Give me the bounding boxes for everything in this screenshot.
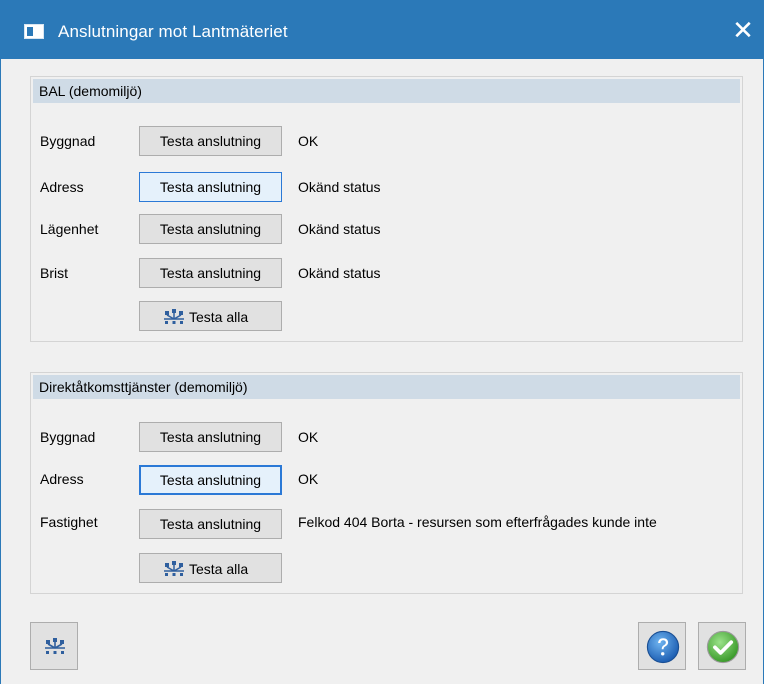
test-all-label: Testa alla xyxy=(189,561,249,577)
close-icon[interactable]: ✕ xyxy=(728,16,758,46)
group-direktatkomst: Direktåtkomsttjänster (demomiljö) Byggna… xyxy=(30,372,743,594)
row-label-lagenhet: Lägenhet xyxy=(40,221,99,237)
group-title: BAL (demomiljö) xyxy=(39,83,142,99)
group-header: Direktåtkomsttjänster (demomiljö) xyxy=(33,375,740,399)
test-connection-button-adress[interactable]: Testa anslutning xyxy=(139,172,282,202)
test-connection-button-adress[interactable]: Testa anslutning xyxy=(139,465,282,495)
status-byggnad: OK xyxy=(298,429,319,445)
status-byggnad: OK xyxy=(298,133,319,149)
test-network-button[interactable] xyxy=(30,622,78,670)
test-connection-button-brist[interactable]: Testa anslutning xyxy=(139,258,282,288)
ok-button[interactable] xyxy=(698,622,746,670)
test-all-label: Testa alla xyxy=(189,309,249,325)
row-label-adress: Adress xyxy=(40,179,84,195)
help-icon xyxy=(646,630,680,664)
test-all-button[interactable]: Testa alla xyxy=(139,301,282,331)
status-brist: Okänd status xyxy=(298,265,381,281)
group-bal: BAL (demomiljö) Byggnad Testa anslutning… xyxy=(30,76,743,342)
group-header: BAL (demomiljö) xyxy=(33,79,740,103)
help-button[interactable] xyxy=(638,622,686,670)
status-lagenhet: Okänd status xyxy=(298,221,381,237)
window-app-icon xyxy=(24,24,44,39)
test-connection-button-fastighet[interactable]: Testa anslutning xyxy=(139,509,282,539)
title-bar: Anslutningar mot Lantmäteriet ✕ xyxy=(0,0,764,59)
network-test-icon xyxy=(45,638,65,654)
test-all-button[interactable]: Testa alla xyxy=(139,553,282,583)
row-label-fastighet: Fastighet xyxy=(40,514,98,530)
row-label-byggnad: Byggnad xyxy=(40,133,96,149)
dialog-window: Anslutningar mot Lantmäteriet ✕ BAL (dem… xyxy=(0,0,764,684)
status-adress: Okänd status xyxy=(298,179,381,195)
row-label-adress: Adress xyxy=(40,471,84,487)
network-test-icon xyxy=(164,309,184,324)
test-connection-button-byggnad[interactable]: Testa anslutning xyxy=(139,126,282,156)
test-connection-button-byggnad[interactable]: Testa anslutning xyxy=(139,422,282,452)
row-label-brist: Brist xyxy=(40,265,68,281)
window-title: Anslutningar mot Lantmäteriet xyxy=(58,22,288,41)
status-fastighet: Felkod 404 Borta - resursen som efterfrå… xyxy=(298,514,657,530)
ok-check-icon xyxy=(706,630,740,664)
row-label-byggnad: Byggnad xyxy=(40,429,96,445)
network-test-icon xyxy=(164,561,184,576)
group-title: Direktåtkomsttjänster (demomiljö) xyxy=(39,379,248,395)
test-connection-button-lagenhet[interactable]: Testa anslutning xyxy=(139,214,282,244)
status-adress: OK xyxy=(298,471,319,487)
